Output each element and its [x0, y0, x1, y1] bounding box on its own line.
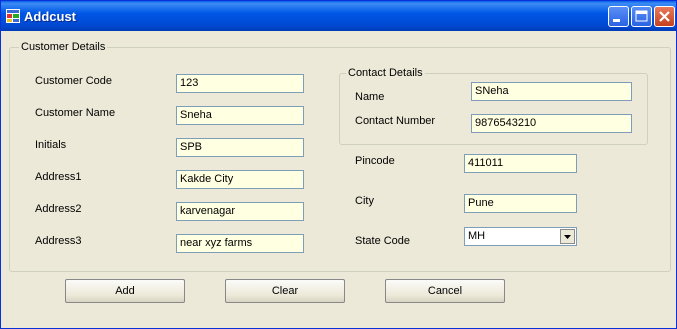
close-icon [659, 11, 670, 22]
dropdown-arrow-button[interactable] [560, 229, 575, 244]
pincode-label: Pincode [355, 155, 395, 167]
contact-name-field[interactable]: SNeha [471, 82, 632, 101]
city-label: City [355, 195, 374, 207]
window-title: Addcust [24, 9, 76, 24]
addcust-window: Addcust Customer Details Customer Code 1… [0, 0, 677, 329]
customer-name-field[interactable]: Sneha [176, 106, 304, 125]
cancel-button[interactable]: Cancel [385, 279, 505, 303]
app-icon [6, 9, 20, 23]
address1-label: Address1 [35, 171, 82, 183]
customer-code-field[interactable]: 123 [176, 74, 304, 93]
contact-number-field[interactable]: 9876543210 [471, 114, 632, 133]
title-bar[interactable]: Addcust [1, 1, 676, 31]
contact-number-label: Contact Number [355, 115, 436, 127]
state-code-label: State Code [355, 235, 411, 247]
address1-field[interactable]: Kakde City [176, 170, 304, 189]
customer-code-label: Customer Code [35, 75, 113, 87]
state-code-select[interactable]: MH [464, 227, 577, 246]
contact-name-label: Name [355, 91, 385, 103]
clear-button[interactable]: Clear [225, 279, 345, 303]
state-code-value: MH [468, 230, 486, 242]
city-field[interactable]: Pune [464, 194, 577, 213]
maximize-icon [635, 10, 648, 22]
initials-field[interactable]: SPB [176, 138, 304, 157]
maximize-button[interactable] [631, 6, 652, 27]
address3-label: Address3 [35, 235, 82, 247]
close-button[interactable] [654, 6, 675, 27]
minimize-icon [613, 19, 620, 22]
address3-field[interactable]: near xyz farms [176, 234, 304, 253]
customer-details-title: Customer Details [19, 41, 108, 53]
add-button[interactable]: Add [65, 279, 185, 303]
customer-name-label: Customer Name [35, 107, 116, 119]
pincode-field[interactable]: 411011 [464, 154, 577, 173]
contact-details-title: Contact Details [346, 67, 425, 79]
address2-field[interactable]: karvenagar [176, 202, 304, 221]
address2-label: Address2 [35, 203, 82, 215]
initials-label: Initials [35, 139, 67, 151]
minimize-button[interactable] [608, 6, 629, 27]
chevron-down-icon [564, 235, 571, 239]
